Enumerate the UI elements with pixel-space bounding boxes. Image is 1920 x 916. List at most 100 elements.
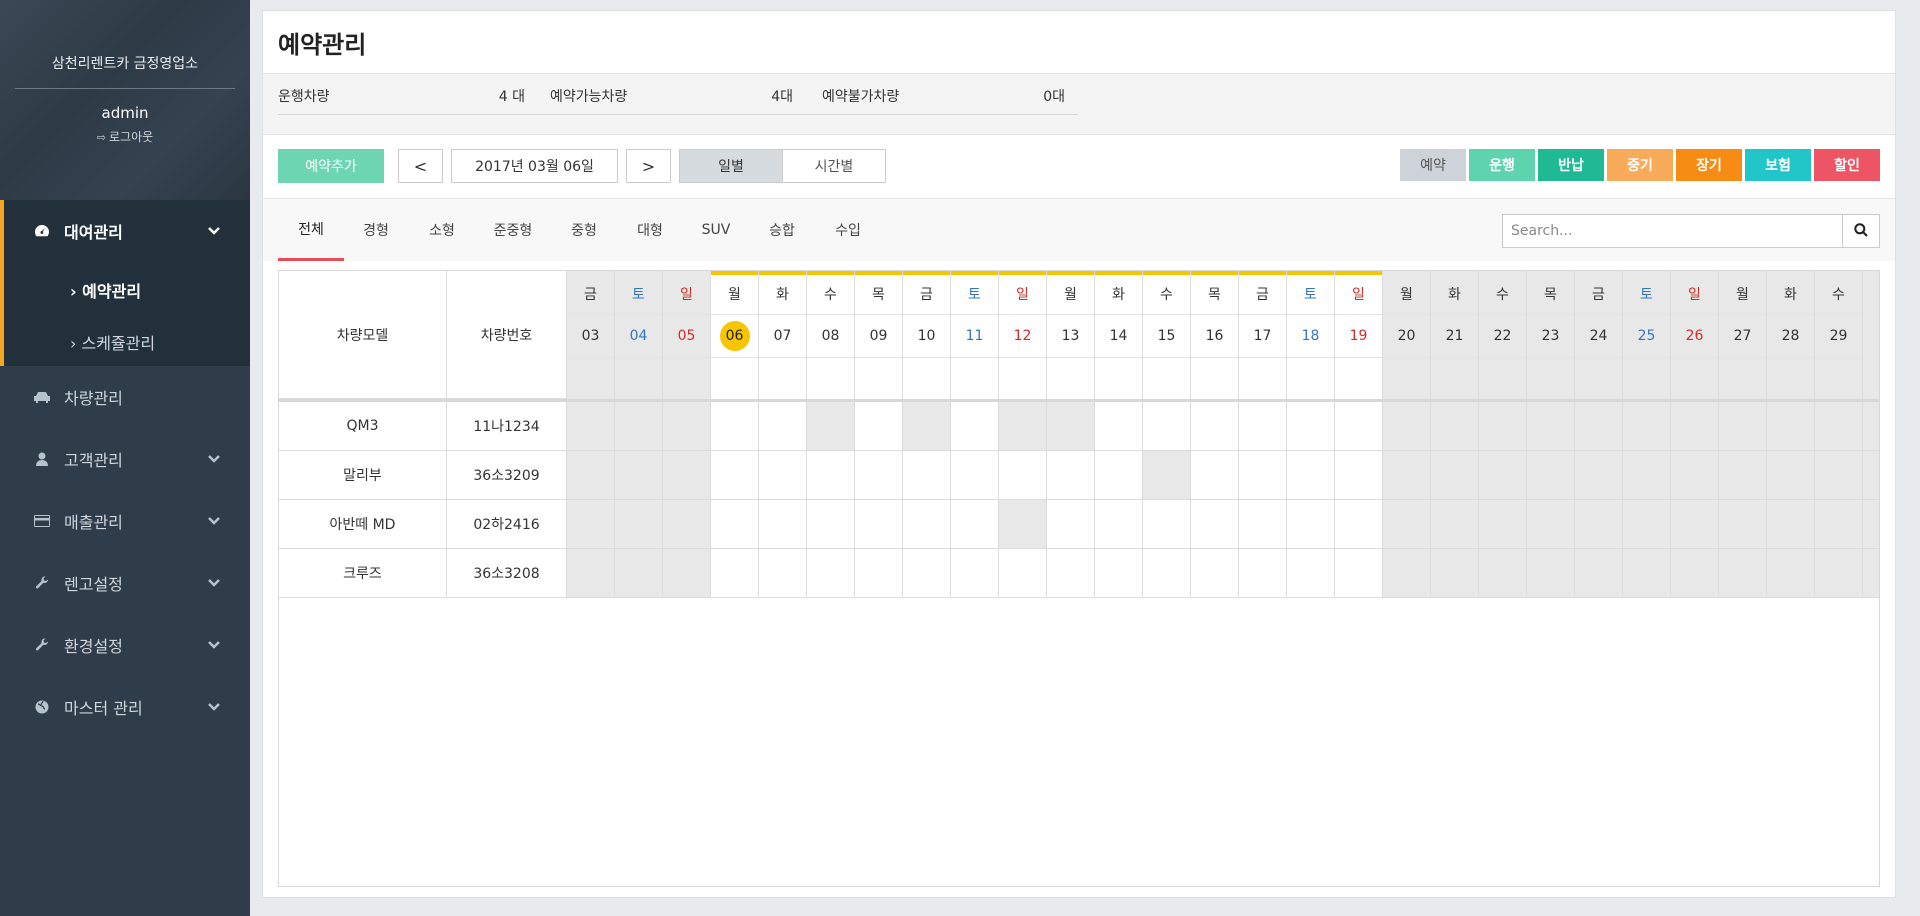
menu-master[interactable]: 마스터 관리 bbox=[0, 687, 250, 727]
schedule-cell[interactable] bbox=[1335, 451, 1383, 500]
schedule-cell[interactable] bbox=[1287, 402, 1335, 451]
day-number[interactable]: 27 bbox=[1719, 314, 1766, 357]
schedule-cell[interactable] bbox=[1431, 402, 1479, 451]
schedule-cell[interactable] bbox=[903, 549, 951, 598]
tab-semi-mid[interactable]: 준중형 bbox=[477, 199, 549, 261]
legend-insurance[interactable]: 보험 bbox=[1745, 149, 1811, 181]
schedule-cell[interactable] bbox=[999, 549, 1047, 598]
schedule-cell[interactable] bbox=[1719, 402, 1767, 451]
schedule-cell[interactable] bbox=[1527, 451, 1575, 500]
day-number[interactable]: 28 bbox=[1767, 314, 1814, 357]
schedule-cell[interactable] bbox=[1623, 451, 1671, 500]
schedule-cell[interactable] bbox=[711, 451, 759, 500]
logout-link[interactable]: ⇨ 로그아웃 bbox=[0, 128, 250, 145]
schedule-cell[interactable] bbox=[663, 549, 711, 598]
legend-returned[interactable]: 반납 bbox=[1538, 149, 1604, 181]
legend-discount[interactable]: 할인 bbox=[1814, 149, 1880, 181]
schedule-cell[interactable] bbox=[663, 500, 711, 549]
schedule-cell[interactable] bbox=[1143, 451, 1191, 500]
schedule-cell[interactable] bbox=[1287, 451, 1335, 500]
schedule-cell[interactable] bbox=[615, 549, 663, 598]
schedule-cell[interactable] bbox=[1239, 500, 1287, 549]
schedule-cell[interactable] bbox=[1527, 500, 1575, 549]
day-number[interactable]: 23 bbox=[1527, 314, 1574, 357]
menu-env-settings[interactable]: 환경설정 bbox=[0, 625, 250, 665]
schedule-cell[interactable] bbox=[1383, 402, 1431, 451]
schedule-cell[interactable] bbox=[855, 549, 903, 598]
schedule-cell[interactable] bbox=[1383, 549, 1431, 598]
schedule-cell[interactable] bbox=[903, 402, 951, 451]
schedule-cell[interactable] bbox=[615, 500, 663, 549]
schedule-cell[interactable] bbox=[1767, 451, 1815, 500]
schedule-cell[interactable] bbox=[1095, 402, 1143, 451]
schedule-cell[interactable] bbox=[855, 500, 903, 549]
add-reservation-button[interactable]: 예약추가 bbox=[278, 149, 384, 183]
schedule-cell[interactable] bbox=[1143, 402, 1191, 451]
schedule-cell[interactable] bbox=[1527, 402, 1575, 451]
schedule-cell[interactable] bbox=[855, 402, 903, 451]
schedule-cell[interactable] bbox=[759, 500, 807, 549]
schedule-cell[interactable] bbox=[711, 500, 759, 549]
schedule-cell[interactable] bbox=[1191, 402, 1239, 451]
schedule-cell[interactable] bbox=[615, 402, 663, 451]
schedule-cell[interactable] bbox=[1575, 500, 1623, 549]
schedule-cell[interactable] bbox=[1671, 451, 1719, 500]
tab-suv[interactable]: SUV bbox=[685, 199, 747, 261]
view-daily-button[interactable]: 일별 bbox=[680, 150, 783, 182]
day-number[interactable]: 14 bbox=[1095, 314, 1142, 357]
schedule-cell[interactable] bbox=[903, 500, 951, 549]
tab-compact[interactable]: 경형 bbox=[345, 199, 407, 261]
day-number[interactable]: 16 bbox=[1191, 314, 1238, 357]
day-number[interactable]: 29 bbox=[1815, 314, 1862, 357]
schedule-cell[interactable] bbox=[1383, 451, 1431, 500]
legend-operating[interactable]: 운행 bbox=[1469, 149, 1535, 181]
search-input[interactable]: Search... bbox=[1503, 215, 1842, 247]
day-number[interactable]: 18 bbox=[1287, 314, 1334, 357]
schedule-cell[interactable] bbox=[1047, 402, 1095, 451]
schedule-cell[interactable] bbox=[1431, 500, 1479, 549]
day-number[interactable]: 13 bbox=[1047, 314, 1094, 357]
schedule-cell[interactable] bbox=[807, 549, 855, 598]
submenu-reservation[interactable]: › 예약관리 bbox=[70, 278, 141, 302]
schedule-cell[interactable] bbox=[1671, 500, 1719, 549]
day-number[interactable]: 05 bbox=[663, 314, 710, 357]
schedule-cell[interactable] bbox=[759, 451, 807, 500]
schedule-cell[interactable] bbox=[999, 500, 1047, 549]
schedule-cell[interactable] bbox=[759, 549, 807, 598]
schedule-cell[interactable] bbox=[1527, 549, 1575, 598]
schedule-cell[interactable] bbox=[1383, 500, 1431, 549]
day-number[interactable]: 04 bbox=[615, 314, 662, 357]
day-number[interactable]: 19 bbox=[1335, 314, 1382, 357]
schedule-cell[interactable] bbox=[1623, 549, 1671, 598]
legend-reserved[interactable]: 예약 bbox=[1400, 149, 1466, 181]
schedule-cell[interactable] bbox=[1095, 549, 1143, 598]
schedule-cell[interactable] bbox=[1815, 451, 1863, 500]
schedule-cell[interactable] bbox=[1815, 549, 1863, 598]
schedule-cell[interactable] bbox=[1575, 549, 1623, 598]
schedule-cell[interactable] bbox=[1191, 451, 1239, 500]
schedule-cell[interactable] bbox=[1143, 549, 1191, 598]
tab-import[interactable]: 수입 bbox=[817, 199, 879, 261]
schedule-cell[interactable] bbox=[1287, 500, 1335, 549]
day-number[interactable]: 15 bbox=[1143, 314, 1190, 357]
day-number[interactable]: 12 bbox=[999, 314, 1046, 357]
day-number[interactable]: 08 bbox=[807, 314, 854, 357]
schedule-cell[interactable] bbox=[1287, 549, 1335, 598]
next-date-button[interactable]: > bbox=[626, 149, 671, 183]
schedule-cell[interactable] bbox=[1575, 451, 1623, 500]
schedule-cell[interactable] bbox=[999, 451, 1047, 500]
schedule-cell[interactable] bbox=[1431, 549, 1479, 598]
schedule-cell[interactable] bbox=[1623, 402, 1671, 451]
schedule-cell[interactable] bbox=[1335, 500, 1383, 549]
schedule-cell[interactable] bbox=[903, 451, 951, 500]
submenu-schedule[interactable]: › 스케쥴관리 bbox=[70, 330, 155, 354]
day-number[interactable]: 20 bbox=[1383, 314, 1430, 357]
schedule-cell[interactable] bbox=[1623, 500, 1671, 549]
schedule-cell[interactable] bbox=[1671, 402, 1719, 451]
schedule-cell[interactable] bbox=[1095, 451, 1143, 500]
tab-large[interactable]: 대형 bbox=[619, 199, 681, 261]
schedule-cell[interactable] bbox=[951, 549, 999, 598]
menu-rengo-settings[interactable]: 렌고설정 bbox=[0, 563, 250, 603]
day-number[interactable]: 26 bbox=[1671, 314, 1718, 357]
date-display[interactable]: 2017년 03월 06일 bbox=[451, 149, 618, 183]
